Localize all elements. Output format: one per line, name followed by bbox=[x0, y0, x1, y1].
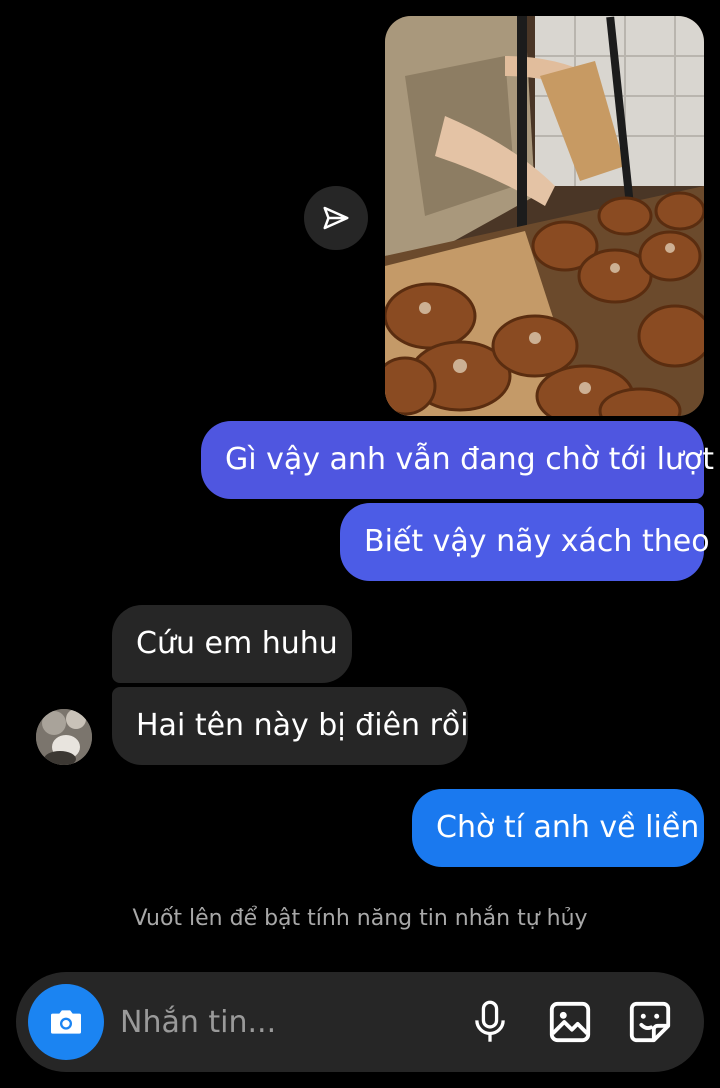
image-icon bbox=[549, 1001, 591, 1043]
sender-avatar[interactable] bbox=[36, 709, 92, 765]
paper-plane-icon bbox=[323, 206, 349, 230]
message-composer bbox=[16, 972, 704, 1072]
sticker-icon bbox=[629, 1001, 671, 1043]
incoming-message[interactable]: Cứu em huhu bbox=[112, 605, 352, 683]
gallery-button[interactable] bbox=[544, 996, 596, 1048]
shared-photo[interactable] bbox=[385, 16, 704, 416]
chat-screen: Gì vậy anh vẫn đang chờ tới lượt Biết vậ… bbox=[0, 0, 720, 1088]
share-photo-button[interactable] bbox=[304, 186, 368, 250]
camera-icon bbox=[51, 1010, 81, 1034]
voice-message-button[interactable] bbox=[464, 996, 516, 1048]
sticker-button[interactable] bbox=[624, 996, 676, 1048]
outgoing-message[interactable]: Biết vậy nãy xách theo bbox=[340, 503, 710, 581]
incoming-message[interactable]: Hai tên này bị điên rồi bbox=[112, 687, 469, 765]
message-input[interactable] bbox=[120, 997, 450, 1047]
vanish-mode-hint: Vuốt lên để bật tính năng tin nhắn tự hủ… bbox=[132, 906, 588, 931]
pastry-photo-image bbox=[385, 16, 704, 416]
outgoing-message[interactable]: Chờ tí anh về liền bbox=[412, 789, 704, 867]
avatar-image bbox=[36, 709, 92, 765]
microphone-icon bbox=[475, 1000, 505, 1042]
outgoing-message[interactable]: Gì vậy anh vẫn đang chờ tới lượt bbox=[201, 421, 714, 499]
camera-button[interactable] bbox=[28, 984, 104, 1060]
